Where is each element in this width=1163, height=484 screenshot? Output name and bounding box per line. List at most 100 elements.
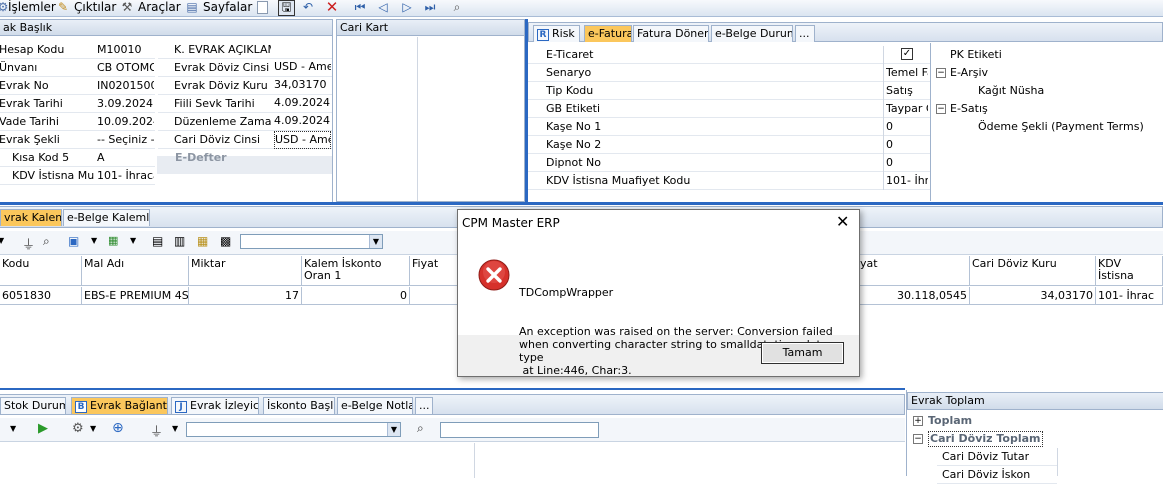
layout-icon[interactable]: ▤: [152, 234, 163, 248]
tree-expander-icon[interactable]: +: [913, 416, 923, 426]
filter-icon[interactable]: ⏚: [22, 234, 35, 253]
field-value[interactable]: IN0201500: [97, 77, 154, 95]
field-value[interactable]: 10.09.2024: [97, 113, 154, 131]
search-input[interactable]: [440, 422, 599, 438]
col-kalem-iskonto[interactable]: Kalem İskonto Oran 1: [302, 256, 410, 286]
play-icon[interactable]: ▶: [38, 421, 48, 436]
binoculars-icon[interactable]: ⌕: [417, 421, 424, 436]
excel-dropdown-icon[interactable]: ▼: [130, 236, 136, 245]
field-value[interactable]: 101- İhraca: [97, 167, 154, 185]
tree-expander-icon[interactable]: −: [936, 68, 946, 78]
tab-efatura[interactable]: e-Fatura: [584, 25, 632, 42]
efatura-row-value[interactable]: Satış: [886, 82, 928, 100]
field-value[interactable]: USD - Amer: [274, 59, 331, 75]
add-icon[interactable]: ⊕: [112, 420, 124, 436]
previous-record-icon[interactable]: ◁: [376, 1, 390, 14]
close-icon[interactable]: ✕: [836, 213, 849, 231]
col-miktar[interactable]: Miktar: [189, 256, 302, 286]
delete-icon[interactable]: ✕: [325, 0, 339, 15]
tab-fatura-donemi[interactable]: Fatura Dönemi: [633, 25, 709, 42]
efatura-row-value[interactable]: 101- İhra: [886, 172, 928, 190]
efatura-row-value[interactable]: 0: [886, 118, 928, 136]
field-value[interactable]: 4.09.2024: [274, 95, 331, 111]
filter-dropdown-icon[interactable]: ▼: [172, 424, 178, 433]
field-value[interactable]: CB OTOMO: [97, 59, 154, 77]
tab-more-bottom[interactable]: ...: [415, 397, 433, 414]
grid-icon[interactable]: ▥: [174, 234, 185, 248]
efatura-tree-divider: [930, 43, 931, 201]
tab-more[interactable]: ...: [795, 25, 815, 42]
field-value[interactable]: 34,03170: [274, 77, 331, 93]
ok-button[interactable]: Tamam: [761, 342, 844, 364]
binoculars-icon[interactable]: ⌕: [43, 234, 50, 249]
menu-ciktilar[interactable]: Çıktılar: [74, 0, 116, 16]
tree-expander-icon[interactable]: −: [913, 434, 923, 444]
bottom-filter-combo[interactable]: ▼: [186, 422, 401, 437]
undo-icon[interactable]: ↶: [301, 1, 315, 14]
field-value[interactable]: -- Seçiniz --: [97, 131, 154, 149]
tab-ebelge-notlari[interactable]: e-Belge Notları: [337, 397, 413, 414]
dropdown-arrow-icon[interactable]: ▼: [0, 236, 4, 245]
tab-ebelge-kalemleri[interactable]: e-Belge Kalemleri: [63, 209, 150, 226]
tree-item[interactable]: PK Etiketi: [950, 46, 1002, 64]
field-value[interactable]: 3.09.2024: [97, 95, 154, 113]
gear-dropdown-icon[interactable]: ▼: [90, 424, 96, 433]
efatura-row-value[interactable]: 0: [886, 154, 928, 172]
last-record-icon[interactable]: ⏭: [423, 1, 437, 14]
menu-araclar[interactable]: Araçlar: [138, 0, 181, 16]
totals-item[interactable]: Cari Döviz İskon: [942, 466, 1030, 484]
preview-dropdown-icon[interactable]: ▼: [91, 236, 97, 245]
tab-stok-durum[interactable]: Stok Durum: [0, 397, 66, 414]
tab-iskonto-baslik[interactable]: İskonto Başlık: [263, 397, 335, 414]
tab-risk[interactable]: R Risk: [533, 25, 580, 42]
efatura-row-value[interactable]: Temel Fa: [886, 64, 928, 82]
new-document-icon[interactable]: [257, 1, 268, 14]
totals-item[interactable]: Cari Döviz Toplam: [928, 431, 1043, 447]
items-filter-combo[interactable]: ▼: [240, 234, 383, 249]
col-fiyat[interactable]: Fiyat: [410, 256, 458, 286]
dropdown-arrow-icon[interactable]: ▼: [10, 424, 16, 433]
chevron-down-icon[interactable]: ▼: [387, 423, 400, 436]
tab-fatura-donemi-label: Fatura Dönemi: [637, 27, 708, 40]
col-cari-doviz-kuru[interactable]: Cari Döviz Kuru: [970, 256, 1096, 286]
tree-item[interactable]: Kağıt Nüsha: [978, 82, 1044, 100]
tab-evrak-izleyici-label: Evrak İzleyici: [190, 399, 259, 412]
col-mal-adi[interactable]: Mal Adı: [82, 256, 189, 286]
chevron-down-icon[interactable]: ▼: [369, 235, 382, 248]
efatura-row-value[interactable]: 0: [886, 136, 928, 154]
field-value[interactable]: 4.09.2024: [274, 113, 331, 129]
field-value[interactable]: USD - Amer: [274, 131, 331, 149]
totals-item[interactable]: Cari Döviz Tutar: [942, 448, 1029, 466]
settings-icon[interactable]: ▩: [220, 234, 231, 248]
col-tutar[interactable]: yat: [858, 256, 970, 286]
tree-item[interactable]: E-Arşiv: [950, 64, 988, 82]
tab-ebelge-durumu[interactable]: e-Belge Durumu: [711, 25, 793, 42]
totals-item[interactable]: Toplam: [928, 412, 972, 430]
field-value[interactable]: M10010: [97, 41, 154, 59]
next-record-icon[interactable]: ▷: [400, 1, 414, 14]
tree-item[interactable]: Ödeme Şekli (Payment Terms): [978, 118, 1144, 136]
excel-icon[interactable]: ▦: [108, 234, 118, 247]
tab-evrak-kalemleri[interactable]: vrak Kalemleri: [0, 209, 62, 226]
gear-icon[interactable]: ⚙: [72, 421, 84, 436]
col-kodu[interactable]: Kodu: [0, 256, 82, 286]
tree-item[interactable]: E-Satış: [950, 100, 988, 118]
menu-sayfalar[interactable]: Sayfalar: [203, 0, 252, 16]
field-label: Hesap Kodu: [0, 43, 65, 56]
preview-icon[interactable]: ▣: [68, 234, 79, 248]
search-record-icon[interactable]: ⌕: [450, 1, 464, 14]
filter-icon[interactable]: ⏚: [150, 421, 163, 440]
save-icon[interactable]: 🖫: [278, 0, 295, 16]
tree-expander-icon[interactable]: −: [936, 104, 946, 114]
columns-icon[interactable]: ▦: [197, 234, 208, 248]
col-kdv-istisna[interactable]: KDV İstisna: [1096, 256, 1163, 286]
efatura-row-value[interactable]: Taypar C: [886, 100, 928, 118]
menu-islemler[interactable]: İşlemler: [8, 0, 56, 16]
first-record-icon[interactable]: ⏮: [353, 1, 367, 14]
tab-evrak-baglanti[interactable]: B Evrak Bağlantı: [71, 397, 168, 414]
field-label: Evrak Tarihi: [0, 97, 63, 110]
field-value[interactable]: A: [97, 149, 154, 167]
tab-evrak-izleyici[interactable]: J Evrak İzleyici: [171, 397, 259, 414]
eticaret-checkbox[interactable]: ✓: [901, 48, 913, 60]
efatura-row-label: Dipnot No: [546, 156, 601, 169]
